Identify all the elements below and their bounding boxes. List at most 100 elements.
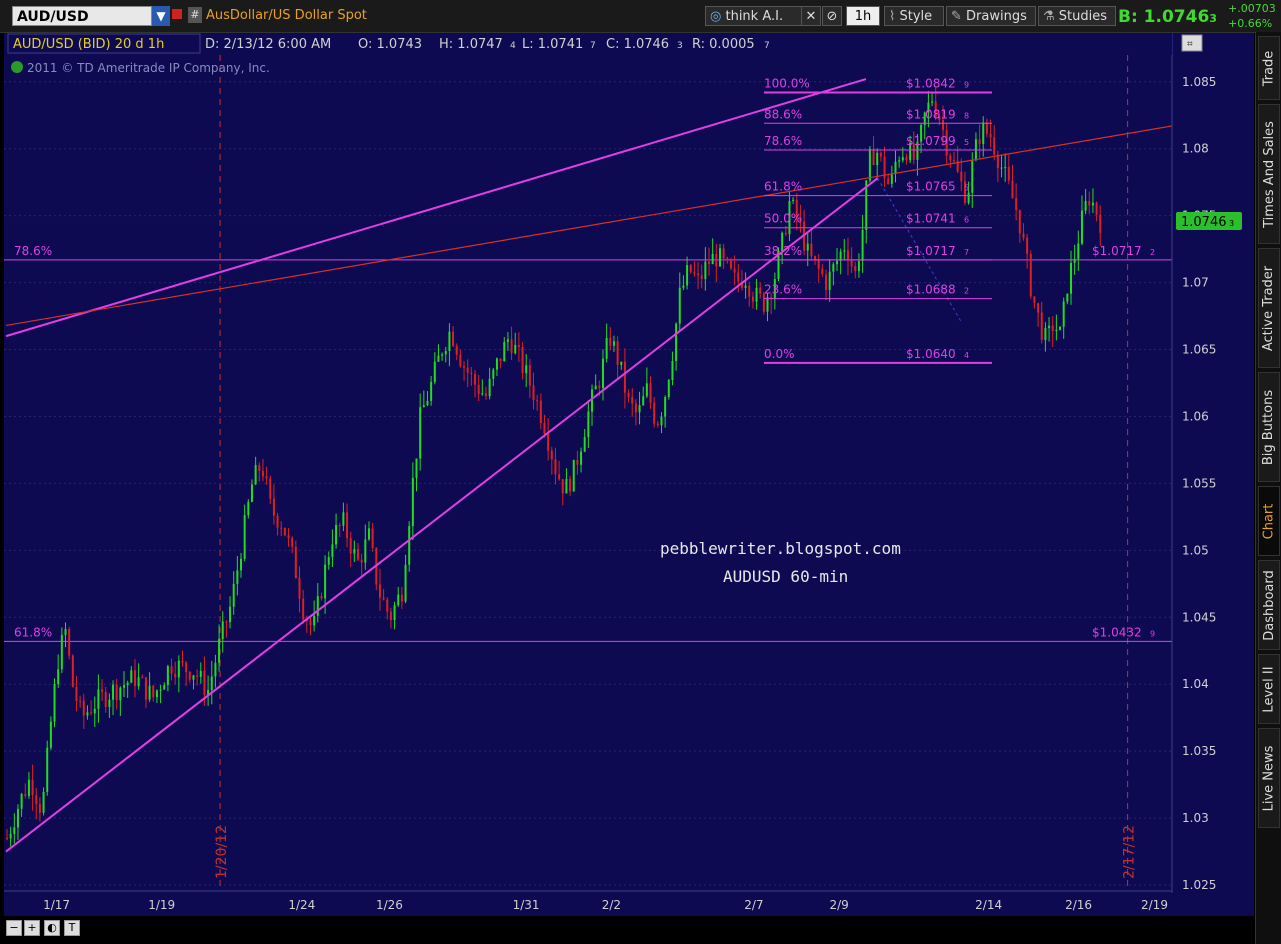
candle-body	[240, 558, 243, 571]
toolbar: AUD/USD ▼ # AusDollar/US Dollar Spot ◎ t…	[0, 0, 1281, 33]
candle-body	[543, 423, 546, 434]
studies-label: Studies	[1058, 9, 1108, 24]
tab-trade-label: Trade	[1261, 50, 1277, 86]
candle-body	[517, 345, 520, 348]
candle-body	[287, 535, 290, 538]
candle-body	[1062, 301, 1065, 327]
tab-big-buttons[interactable]: Big Buttons	[1258, 372, 1280, 482]
symbol-input[interactable]: AUD/USD	[12, 6, 152, 26]
candle-body	[960, 171, 963, 182]
timeframe-button[interactable]: 1h	[846, 6, 880, 26]
candle-body	[353, 549, 356, 554]
candle-body	[1004, 167, 1007, 169]
candle-body	[510, 339, 513, 354]
tab-times-and-sales[interactable]: Times And Sales	[1258, 104, 1280, 244]
candle-body	[203, 670, 206, 696]
candle-body	[1091, 202, 1094, 206]
text-tool-button[interactable]: T	[64, 920, 80, 936]
date-marker-label: 2/17/12	[1122, 825, 1138, 879]
candle-body	[280, 527, 283, 529]
candle-body	[229, 606, 232, 623]
hash-button[interactable]: #	[188, 7, 202, 23]
bar-high: H: 1.0747	[439, 37, 503, 52]
candle-body	[79, 700, 82, 702]
candle-body	[466, 367, 469, 373]
fib-level-percent: 38.2%	[764, 244, 802, 258]
tab-trade[interactable]: Trade	[1258, 36, 1280, 100]
pan-button[interactable]: ◐	[44, 920, 60, 936]
candle-body	[291, 537, 294, 547]
candle-body	[580, 451, 583, 465]
candle-body	[177, 660, 180, 678]
candle-body	[419, 407, 422, 459]
candle-body	[24, 794, 27, 796]
tab-live-news-label: Live News	[1261, 745, 1277, 811]
candle-body	[448, 331, 451, 352]
tab-active-trader[interactable]: Active Trader	[1258, 248, 1280, 368]
zoom-out-button[interactable]: −	[6, 920, 22, 936]
candle-body	[1000, 167, 1003, 169]
candle-body	[642, 396, 645, 406]
candle-body	[9, 833, 12, 839]
tab-chart[interactable]: Chart	[1258, 486, 1280, 556]
symbol-dropdown-button[interactable]: ▼	[152, 6, 170, 26]
info-icon[interactable]	[11, 61, 23, 73]
fib-level-price: $1.0842	[906, 76, 956, 90]
y-tick-label: 1.025	[1182, 878, 1216, 892]
studies-icon: ⚗	[1043, 9, 1055, 24]
candle-body	[309, 621, 312, 626]
candle-body	[49, 721, 52, 748]
style-button[interactable]: ⌇ Style	[884, 6, 944, 26]
candle-body	[302, 598, 305, 620]
candle-body	[620, 361, 623, 365]
candle-body	[766, 297, 769, 312]
candle-body	[660, 416, 663, 426]
candle-body	[422, 405, 425, 408]
candle-body	[572, 459, 575, 492]
link-color-icon[interactable]	[172, 9, 182, 19]
candle-body	[814, 256, 817, 260]
candle-body	[495, 358, 498, 370]
tab-dashboard[interactable]: Dashboard	[1258, 560, 1280, 650]
think-ai-button[interactable]: ◎ think A.I.	[705, 6, 803, 26]
candle-body	[532, 385, 535, 401]
candle-body	[196, 675, 199, 677]
zoom-in-button[interactable]: +	[24, 920, 40, 936]
candle-body	[320, 595, 323, 599]
candle-body	[550, 450, 553, 460]
net-change: +.00703	[1228, 2, 1276, 15]
crosshair-tool-icon[interactable]: ✕	[801, 6, 821, 26]
retracement-level-price: $1.0717	[1092, 244, 1142, 258]
candle-body	[1088, 200, 1091, 206]
candle-body	[68, 628, 71, 656]
candle-body	[346, 512, 349, 538]
tab-level-ii-label: Level II	[1261, 665, 1277, 713]
studies-button[interactable]: ⚗ Studies	[1038, 6, 1116, 26]
candle-body	[481, 393, 484, 395]
candle-body	[890, 173, 893, 184]
magnet-tool-icon[interactable]: ⊘	[822, 6, 842, 26]
candle-body	[477, 384, 480, 394]
candle-body	[506, 339, 509, 343]
price-chart[interactable]: 1/20/12 2/17/12 78.6% $1.0717 2 61.8% $1.0432…	[4, 33, 1254, 940]
candle-body	[1037, 303, 1040, 313]
candle-body	[130, 670, 133, 683]
candle-body	[53, 684, 56, 722]
tab-times-and-sales-label: Times And Sales	[1261, 120, 1277, 228]
y-tick-label: 1.05	[1182, 543, 1209, 557]
candle-body	[327, 557, 330, 565]
candle-body	[225, 621, 228, 623]
candle-body	[426, 400, 429, 406]
bar-range-fraction: 7	[764, 41, 770, 51]
pencil-icon: ✎	[951, 9, 962, 24]
candle-body	[810, 243, 813, 257]
y-tick-label: 1.04	[1182, 677, 1209, 691]
candle-body	[726, 258, 729, 261]
candle-body	[1011, 180, 1014, 199]
drawings-button[interactable]: ✎ Drawings	[946, 6, 1036, 26]
tab-live-news[interactable]: Live News	[1258, 728, 1280, 828]
tab-dashboard-label: Dashboard	[1261, 569, 1277, 641]
chart-settings-glyph: ⌗	[1187, 39, 1193, 50]
candle-body	[174, 673, 177, 678]
tab-level-ii[interactable]: Level II	[1258, 654, 1280, 724]
